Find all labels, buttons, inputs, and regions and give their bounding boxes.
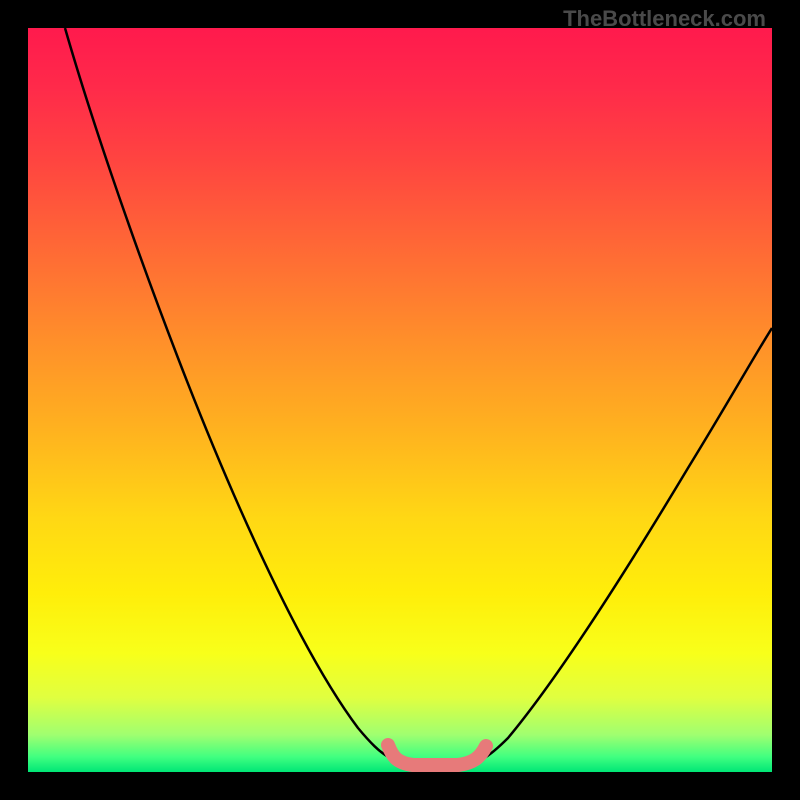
optimal-range-highlight [388, 745, 486, 765]
bottleneck-curve-line [65, 28, 772, 766]
chart-svg [28, 28, 772, 772]
watermark-text: TheBottleneck.com [563, 6, 766, 32]
chart-area [28, 28, 772, 772]
